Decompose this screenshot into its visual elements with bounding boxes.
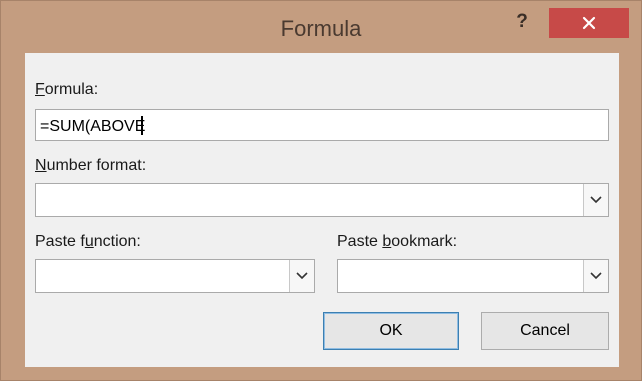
text-caret: [141, 116, 144, 135]
chevron-down-icon: [590, 196, 602, 204]
chevron-down-icon: [296, 272, 308, 280]
formula-label: Formula:: [35, 81, 99, 98]
number-format-label: Number format:: [35, 157, 147, 174]
paste-bookmark-combobox[interactable]: [337, 259, 609, 293]
paste-function-label: Paste function:: [35, 233, 141, 250]
close-button[interactable]: [549, 8, 629, 38]
ok-button[interactable]: OK: [323, 312, 459, 350]
paste-function-combobox[interactable]: [35, 259, 315, 293]
paste-bookmark-label: Paste bookmark:: [337, 233, 458, 250]
chevron-down-icon: [590, 272, 602, 280]
title-bar[interactable]: Formula ?: [1, 1, 641, 53]
dialog-title: Formula: [280, 16, 362, 41]
paste-function-dropdown-button[interactable]: [289, 260, 314, 292]
cancel-button[interactable]: Cancel: [481, 312, 609, 350]
formula-input[interactable]: =SUM(ABOVE: [35, 109, 609, 141]
help-button[interactable]: ?: [507, 9, 537, 39]
formula-value: =SUM(ABOVE: [40, 116, 146, 135]
help-icon: ?: [516, 11, 528, 32]
dialog-window: Formula ? Formula: =SUM(ABOVE Number for…: [0, 0, 642, 381]
number-format-dropdown-button[interactable]: [583, 184, 608, 216]
dialog-body: Formula: =SUM(ABOVE Number format: Paste…: [25, 53, 619, 367]
number-format-combobox[interactable]: [35, 183, 609, 217]
close-icon: [582, 16, 596, 30]
paste-bookmark-dropdown-button[interactable]: [583, 260, 608, 292]
